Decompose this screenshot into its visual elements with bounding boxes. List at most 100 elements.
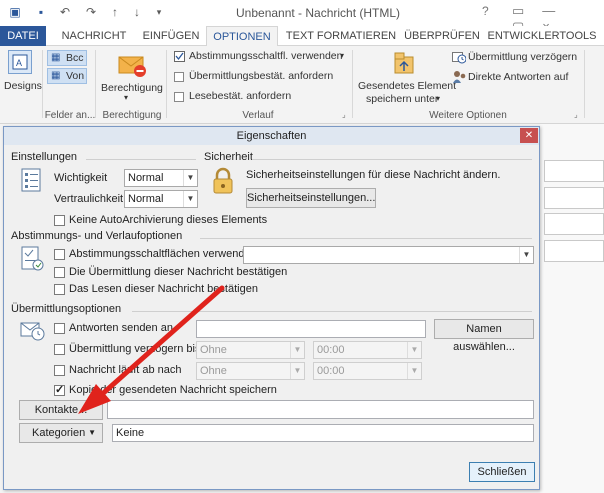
auto-archiv-label: Keine AutoArchivierung dieses Elements	[69, 214, 268, 226]
berechtigung-button[interactable]: Berechtigung	[101, 82, 163, 94]
designs-icon[interactable]: A	[8, 50, 32, 74]
abstimmung-label: Abstimmungsschaltflächen verwenden	[69, 248, 257, 260]
lesebest-checkbox[interactable]	[174, 92, 184, 102]
weitere-optionen-launcher-icon[interactable]: ⌟	[574, 110, 578, 119]
ablauf-date-value: Ohne	[200, 365, 227, 377]
chevron-down-icon: ▼	[183, 170, 197, 186]
antworten-checkbox[interactable]	[54, 323, 65, 334]
ablauf-date-select[interactable]: Ohne ▼	[196, 362, 305, 380]
gesendetes-dropdown-icon[interactable]: ▾	[436, 94, 440, 103]
save-icon[interactable]: ▪	[34, 5, 48, 19]
tab-ueberpruefen[interactable]: ÜBERPRÜFEN	[402, 26, 482, 46]
lesen-bestaetigen-checkbox[interactable]	[54, 284, 65, 295]
tab-nachricht[interactable]: NACHRICHT	[54, 26, 134, 46]
von-label: Von	[66, 70, 85, 82]
antworten-label: Antworten senden an	[69, 322, 173, 334]
properties-dialog: Eigenschaften ✕ Einstellungen Wichtigkei…	[3, 126, 540, 490]
tab-entwicklertools[interactable]: ENTWICKLERTOOLS	[486, 26, 598, 46]
help-button[interactable]: ?	[482, 4, 489, 18]
kontakte-input[interactable]	[107, 400, 534, 419]
wichtigkeit-select[interactable]: Normal ▼	[124, 169, 198, 187]
undo-icon[interactable]: ↶	[58, 5, 72, 19]
vertraulichkeit-value: Normal	[128, 193, 164, 205]
schliessen-button[interactable]: Schließen	[469, 462, 535, 482]
antworten-input[interactable]	[196, 320, 426, 338]
tab-text-formatieren[interactable]: TEXT FORMATIEREN	[282, 26, 400, 46]
kategorien-value: Keine	[116, 427, 145, 439]
arrow-up-icon[interactable]: ↑	[108, 5, 122, 19]
chevron-down-icon: ▼	[519, 247, 533, 263]
verzoegern-date-select[interactable]: Ohne ▼	[196, 341, 305, 359]
berechtigung-dropdown-icon[interactable]: ▾	[124, 93, 128, 102]
ablauf-checkbox[interactable]	[54, 365, 65, 376]
tab-einfuegen[interactable]: EINFÜGEN	[140, 26, 202, 46]
ablauf-label: Nachricht läuft ab nach	[69, 364, 182, 376]
section-einstellungen: Einstellungen	[11, 151, 78, 163]
settings-list-icon	[20, 167, 44, 196]
close-icon[interactable]: ✕	[520, 128, 538, 143]
chevron-down-icon: ▼	[183, 191, 197, 207]
customize-toolbar-icon[interactable]: ▾	[152, 5, 166, 19]
delivery-options-icon	[20, 317, 46, 346]
ribbon-tabs: DATEI NACHRICHT EINFÜGEN OPTIONEN TEXT F…	[0, 26, 604, 47]
divider	[200, 238, 532, 239]
redo-icon[interactable]: ↷	[84, 5, 98, 19]
abstimmung-options-select[interactable]: ▼	[243, 246, 534, 264]
auto-archiv-checkbox[interactable]	[54, 215, 65, 226]
section-uebermittlungsoptionen: Übermittlungsoptionen	[11, 303, 122, 315]
lesebest-label: Lesebestät. anfordern	[189, 90, 292, 102]
bcc-button[interactable]: ▦ Bcc	[47, 50, 87, 66]
uebermittlung-bestaetigen-label: Die Übermittlung dieser Nachricht bestät…	[69, 266, 288, 278]
bcc-label: Bcc	[66, 52, 84, 64]
to-field-bg	[544, 160, 604, 182]
mail-app-icon: ▣	[9, 5, 21, 19]
arrow-down-icon[interactable]: ↓	[130, 5, 144, 19]
window-title: Unbenannt - Nachricht (HTML)	[236, 6, 401, 20]
direkte-antworten-button[interactable]: Direkte Antworten auf	[468, 71, 568, 83]
abstimmung-button[interactable]: Abstimmungsschaltfl. verwenden	[189, 50, 343, 62]
direct-replies-icon	[452, 70, 466, 87]
sicherheitseinstellungen-button[interactable]: Sicherheitseinstellungen...	[246, 188, 376, 208]
cc-field-bg	[544, 187, 604, 209]
save-sent-item-icon[interactable]	[392, 51, 416, 78]
tab-optionen[interactable]: OPTIONEN	[206, 26, 278, 47]
kategorien-label: Kategorien	[32, 427, 86, 439]
divider	[252, 159, 532, 160]
permission-envelope-icon[interactable]	[118, 52, 146, 81]
lesen-bestaetigen-label: Das Lesen dieser Nachricht bestätigen	[69, 283, 258, 295]
chevron-down-icon: ▼	[88, 428, 96, 437]
vertraulichkeit-label: Vertraulichkeit	[54, 193, 124, 205]
abstimmung-dropdown-icon[interactable]: ▾	[340, 51, 344, 60]
kategorien-button[interactable]: Kategorien ▼	[19, 423, 103, 443]
tab-datei[interactable]: DATEI	[0, 26, 46, 46]
designs-button[interactable]: Designs	[4, 80, 42, 92]
verzoegern-checkbox[interactable]	[54, 344, 65, 355]
kopie-label: Kopie der gesendeten Nachricht speichern	[69, 384, 277, 396]
bcc-field-bg	[544, 213, 604, 235]
verzoegern-time-select[interactable]: 00:00 ▼	[313, 341, 422, 359]
namen-auswaehlen-button[interactable]: Namen auswählen...	[434, 319, 534, 353]
kopie-checkbox[interactable]	[54, 383, 65, 396]
gesendetes-element-button[interactable]: Gesendetes Element	[358, 80, 456, 92]
gesendetes-element-line2[interactable]: speichern unter	[366, 93, 438, 105]
chevron-down-icon: ▼	[290, 342, 304, 358]
section-sicherheit: Sicherheit	[204, 151, 253, 163]
uebermittlung-checkbox[interactable]	[174, 72, 184, 82]
verlauf-launcher-icon[interactable]: ⌟	[342, 110, 346, 119]
bcc-icon: ▦	[51, 52, 61, 63]
uebermittlung-bestaetigen-checkbox[interactable]	[54, 267, 65, 278]
vertraulichkeit-select[interactable]: Normal ▼	[124, 190, 198, 208]
delay-delivery-icon	[452, 50, 467, 67]
abstimmung-checkbox[interactable]	[54, 249, 65, 260]
divider	[86, 159, 196, 160]
group-berechtigung: Berechtigung	[102, 110, 162, 121]
wichtigkeit-label: Wichtigkeit	[54, 172, 108, 184]
chevron-down-icon: ▼	[407, 363, 421, 379]
uebermittlung-verzoegern-button[interactable]: Übermittlung verzögern	[468, 51, 577, 63]
ablauf-time-select[interactable]: 00:00 ▼	[313, 362, 422, 380]
kategorien-input[interactable]: Keine	[112, 424, 534, 442]
von-button[interactable]: ▦ Von	[47, 68, 87, 84]
chevron-down-icon: ▼	[290, 363, 304, 379]
kontakte-button[interactable]: Kontakte...	[19, 400, 103, 420]
subject-field-bg	[544, 240, 604, 262]
